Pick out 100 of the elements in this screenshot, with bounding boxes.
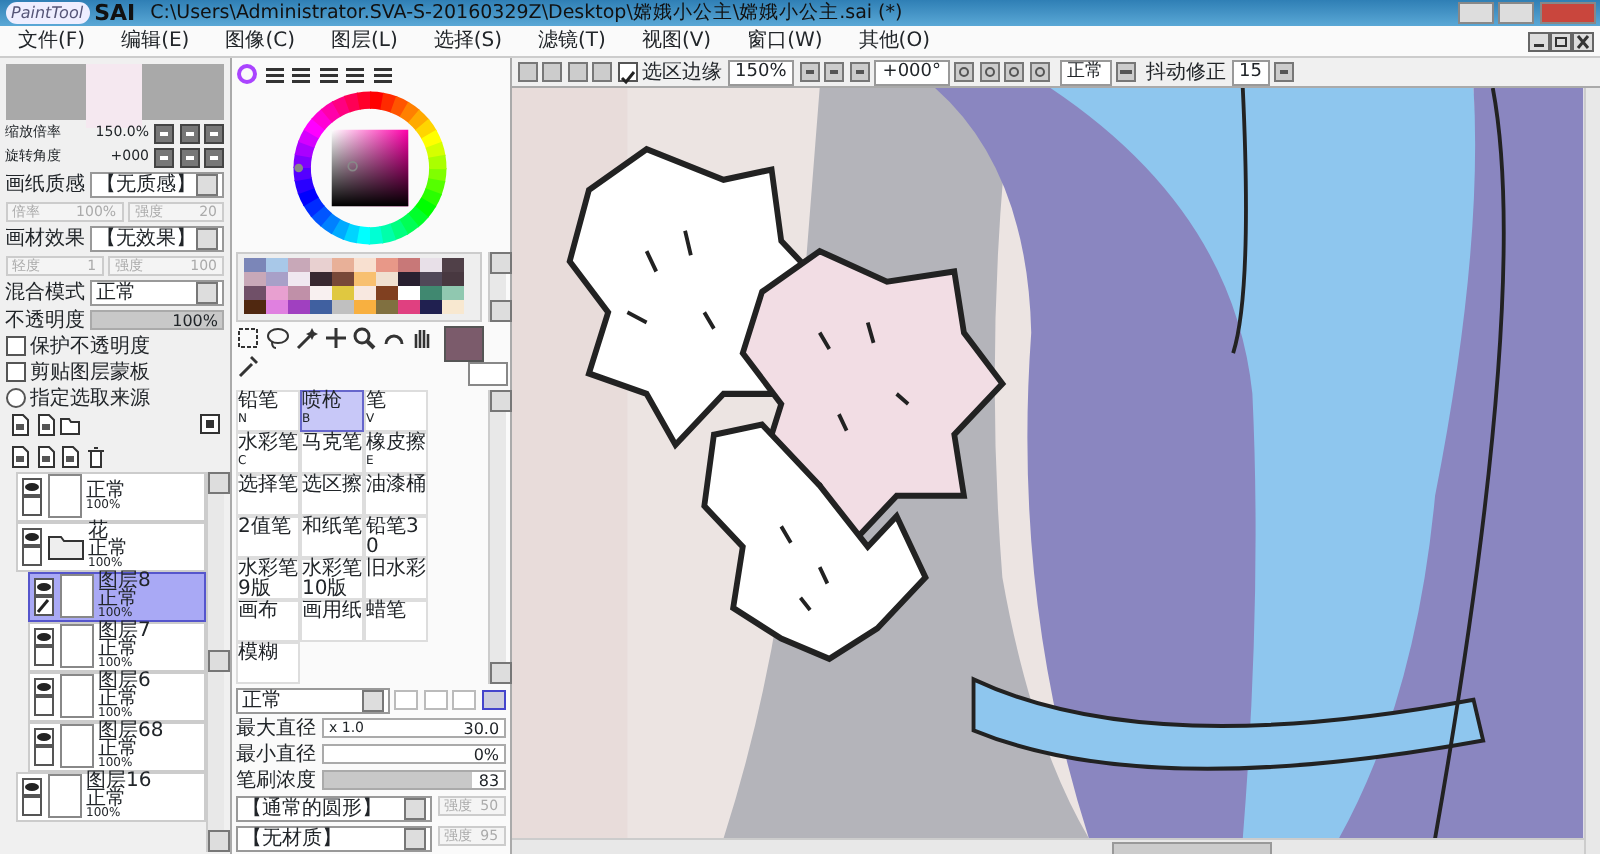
color-swatch[interactable] xyxy=(353,258,375,272)
rgb-slider-icon[interactable] xyxy=(263,63,285,83)
scroll-up-button[interactable] xyxy=(489,251,512,273)
eye-icon[interactable] xyxy=(22,527,42,545)
menu-item[interactable]: 图像(C) xyxy=(207,26,313,56)
tool-button[interactable]: 马克笔 xyxy=(300,431,364,473)
scroll-down-button[interactable] xyxy=(489,661,512,683)
invert-icon[interactable] xyxy=(592,62,613,82)
color-swatch[interactable] xyxy=(375,286,397,300)
tool-button[interactable]: 水彩笔9版 xyxy=(236,557,300,599)
lasso-icon[interactable] xyxy=(265,325,289,349)
tool-button[interactable]: 模糊 xyxy=(236,641,300,683)
reset-icon[interactable] xyxy=(204,147,224,167)
color-swatch[interactable] xyxy=(309,272,331,286)
tool-button[interactable]: 画布 xyxy=(236,599,300,641)
radio-button[interactable] xyxy=(5,388,25,408)
dropdown[interactable]: 正常 xyxy=(90,279,224,305)
color-swatch[interactable] xyxy=(397,300,419,314)
close-icon[interactable] xyxy=(1572,31,1594,51)
color-swatch[interactable] xyxy=(397,272,419,286)
tool-button[interactable]: 画用纸 xyxy=(300,599,364,641)
scroll-down-button[interactable] xyxy=(208,829,230,851)
eye-icon[interactable] xyxy=(34,727,54,745)
scroll-up-button[interactable] xyxy=(208,471,230,493)
eye-icon[interactable] xyxy=(22,777,42,795)
tool-button[interactable]: 2值笔 xyxy=(236,515,300,557)
zoom-reset-icon[interactable] xyxy=(849,62,870,82)
deselect-icon[interactable] xyxy=(567,62,588,82)
color-swatch[interactable] xyxy=(441,272,463,286)
minimize-button[interactable] xyxy=(1457,2,1493,24)
menu-item[interactable]: 滤镜(T) xyxy=(520,26,624,56)
view-mode-field[interactable]: 正常 xyxy=(1059,59,1112,85)
tool-button[interactable]: 水彩笔10版 xyxy=(300,557,364,599)
scratchpad-icon[interactable] xyxy=(371,63,393,83)
rotation-reset-icon[interactable] xyxy=(1029,62,1050,82)
magnifier-icon[interactable] xyxy=(352,325,376,349)
hsv-slider-icon[interactable] xyxy=(290,63,312,83)
color-swatch[interactable] xyxy=(265,258,287,272)
redo-icon[interactable] xyxy=(542,62,563,82)
horizontal-scrollbar[interactable] xyxy=(512,838,1584,854)
checkbox[interactable] xyxy=(617,62,638,82)
color-swatch[interactable] xyxy=(243,258,265,272)
rotate-left-icon[interactable] xyxy=(979,62,1000,82)
reset-icon[interactable] xyxy=(204,123,224,143)
layer-copy-icon[interactable] xyxy=(10,445,30,467)
move-icon[interactable] xyxy=(323,325,347,349)
zoom-in-icon[interactable] xyxy=(179,123,199,143)
color-swatch[interactable] xyxy=(265,300,287,314)
color-swatch[interactable] xyxy=(243,272,265,286)
layer-clear-icon[interactable] xyxy=(60,445,80,467)
rotate-left-icon[interactable] xyxy=(154,147,174,167)
eye-icon[interactable] xyxy=(34,627,54,645)
color-swatch[interactable] xyxy=(331,286,353,300)
new-file-icon[interactable] xyxy=(35,413,55,435)
brush-icon[interactable] xyxy=(34,595,54,615)
eyedropper-icon[interactable] xyxy=(236,354,260,378)
zoom-out-icon[interactable] xyxy=(154,123,174,143)
empty-box-icon[interactable] xyxy=(34,645,54,665)
color-swatch[interactable] xyxy=(331,258,353,272)
menu-item[interactable]: 选择(S) xyxy=(415,26,521,56)
swatches-icon[interactable] xyxy=(344,63,366,83)
color-swatch[interactable] xyxy=(287,300,309,314)
menu-item[interactable]: 视图(V) xyxy=(623,26,730,56)
scroll-thumb[interactable] xyxy=(1112,841,1273,854)
eye-icon[interactable] xyxy=(34,677,54,695)
dropdown[interactable]: 【无效果】 xyxy=(90,225,224,251)
color-swatch[interactable] xyxy=(441,286,463,300)
eye-icon[interactable] xyxy=(34,577,54,595)
zoom-field[interactable]: 150% xyxy=(727,59,795,85)
color-swatch[interactable] xyxy=(331,300,353,314)
color-swatch[interactable] xyxy=(419,300,441,314)
color-swatch[interactable] xyxy=(287,258,309,272)
color-swatch[interactable] xyxy=(375,272,397,286)
color-swatch[interactable] xyxy=(353,286,375,300)
tool-button[interactable]: 和纸笔 xyxy=(300,515,364,557)
zoom-dropdown-icon[interactable] xyxy=(799,62,820,82)
checkbox[interactable] xyxy=(5,336,25,356)
menu-item[interactable]: 窗口(W) xyxy=(729,26,841,56)
vertical-scrollbar[interactable] xyxy=(1583,88,1600,854)
color-swatch[interactable] xyxy=(265,286,287,300)
scrollbar[interactable] xyxy=(487,251,506,321)
color-swatch[interactable] xyxy=(353,300,375,314)
restore-icon[interactable] xyxy=(1550,31,1572,51)
color-swatch[interactable] xyxy=(441,258,463,272)
menu-item[interactable]: 编辑(E) xyxy=(103,26,208,56)
minimize-icon[interactable] xyxy=(1528,31,1550,51)
color-swatch[interactable] xyxy=(397,258,419,272)
dropdown[interactable]: 【无质感】 xyxy=(90,171,224,197)
color-swatch[interactable] xyxy=(243,286,265,300)
scroll-up-button[interactable] xyxy=(489,389,512,411)
brush-shape-button[interactable] xyxy=(481,690,506,710)
tool-button[interactable]: 油漆桶 xyxy=(364,473,428,515)
foreground-color[interactable] xyxy=(444,325,485,361)
slider[interactable]: 83 xyxy=(321,770,506,790)
scroll-down-button[interactable] xyxy=(489,299,512,321)
scrollbar[interactable] xyxy=(206,471,224,851)
color-swatch[interactable] xyxy=(419,286,441,300)
color-swatch[interactable] xyxy=(309,286,331,300)
opacity-slider[interactable]: 100% xyxy=(90,310,224,330)
color-wheel-icon[interactable] xyxy=(236,63,258,83)
